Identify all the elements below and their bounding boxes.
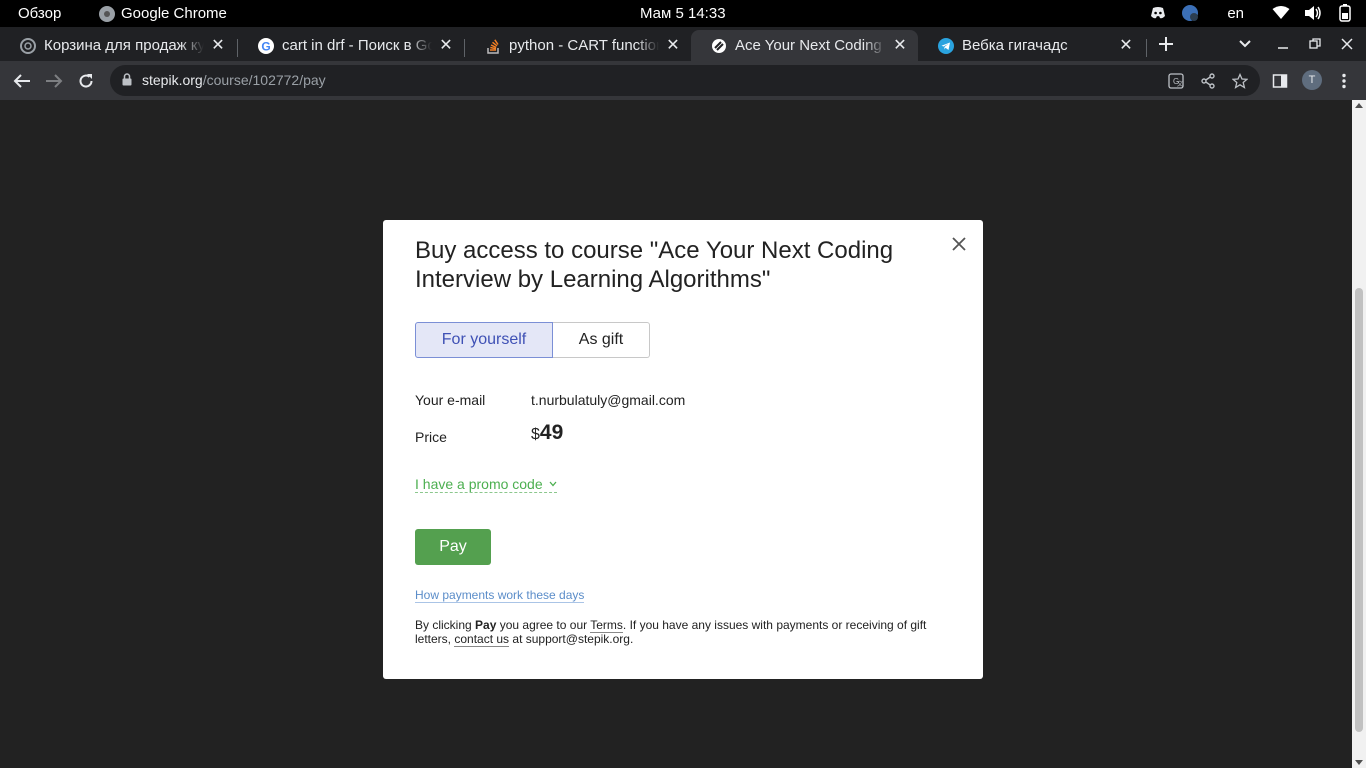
email-label: Your e-mail xyxy=(415,392,486,408)
price-amount: 49 xyxy=(539,421,564,444)
lock-icon[interactable] xyxy=(122,73,132,91)
system-tray[interactable]: en xyxy=(1149,4,1354,22)
minimize-icon xyxy=(1278,47,1288,49)
app-name: Google Chrome xyxy=(121,5,227,22)
price-row: Price $49 xyxy=(415,421,563,445)
google-icon: G xyxy=(258,37,274,54)
keyboard-layout[interactable]: en xyxy=(1227,5,1244,22)
tab-title: cart in drf - Поиск в Goo xyxy=(282,37,432,54)
url-text[interactable]: stepik.org/course/102772/pay xyxy=(142,72,326,88)
side-panel-icon xyxy=(1272,74,1288,88)
minimize-button[interactable] xyxy=(1271,32,1295,56)
for-yourself-option[interactable]: For yourself xyxy=(415,322,553,358)
forward-button[interactable] xyxy=(42,69,66,93)
close-tab-icon[interactable]: ✕ xyxy=(892,37,908,54)
close-icon xyxy=(1341,38,1353,50)
chevron-down-icon xyxy=(549,481,557,487)
chevron-down-icon xyxy=(1239,40,1251,48)
close-window-button[interactable] xyxy=(1335,32,1359,56)
address-bar[interactable]: stepik.org/course/102772/pay G文 xyxy=(110,65,1260,96)
notification-badge-icon[interactable] xyxy=(1181,4,1199,22)
scrollbar-thumb[interactable] xyxy=(1355,288,1363,732)
plus-icon xyxy=(1159,37,1173,51)
wifi-icon[interactable] xyxy=(1272,4,1290,22)
app-menu[interactable]: Google Chrome xyxy=(99,5,227,22)
restore-icon xyxy=(1309,38,1321,49)
tab-chatgpt[interactable]: Корзина для продаж ку ✕ xyxy=(0,30,236,61)
terms-text-4: at support@stepik.org. xyxy=(509,632,634,646)
volume-icon[interactable] xyxy=(1304,4,1322,22)
tab-title: Корзина для продаж ку xyxy=(44,37,204,54)
share-icon[interactable] xyxy=(1199,72,1217,90)
profile-avatar[interactable]: T xyxy=(1302,70,1322,90)
recipient-toggle: For yourself As gift xyxy=(415,322,650,358)
tab-search-button[interactable] xyxy=(1233,32,1257,56)
promo-code-label: I have a promo code xyxy=(415,476,543,492)
close-tab-icon[interactable]: ✕ xyxy=(665,37,681,54)
chrome-icon xyxy=(99,5,115,22)
stepik-icon xyxy=(711,38,727,54)
telegram-icon xyxy=(938,37,954,54)
restore-button[interactable] xyxy=(1303,32,1327,56)
how-payments-link[interactable]: How payments work these days xyxy=(415,588,585,603)
tab-title: Вебка гигачадс xyxy=(962,37,1068,54)
terms-text-1: By clicking xyxy=(415,618,476,632)
clock[interactable]: Мам 5 14:33 xyxy=(640,5,726,22)
close-dialog-button[interactable] xyxy=(949,234,969,254)
tab-stackoverflow[interactable]: python - CART functiona ✕ xyxy=(465,30,691,61)
browser-toolbar: stepik.org/course/102772/pay G文 T xyxy=(0,61,1366,100)
side-panel-button[interactable] xyxy=(1268,69,1292,93)
reload-button[interactable] xyxy=(74,69,98,93)
new-tab-button[interactable] xyxy=(1154,32,1178,56)
price-value: $49 xyxy=(531,421,563,445)
url-path: /course/102772/pay xyxy=(202,72,326,88)
system-top-bar: Обзор Google Chrome Мам 5 14:33 en xyxy=(0,0,1366,27)
svg-text:G: G xyxy=(261,39,270,53)
pay-button[interactable]: Pay xyxy=(415,529,491,565)
price-currency: $ xyxy=(531,426,540,443)
terms-link[interactable]: Terms xyxy=(590,618,623,633)
email-value: t.nurbulatuly@gmail.com xyxy=(531,392,686,408)
tab-google-search[interactable]: G cart in drf - Поиск в Goo ✕ xyxy=(238,30,464,61)
terms-pay-word: Pay xyxy=(475,618,497,632)
tab-title: Ace Your Next Coding In xyxy=(735,37,886,54)
chatgpt-icon xyxy=(20,37,36,54)
close-icon xyxy=(952,237,966,251)
svg-text:文: 文 xyxy=(1177,80,1183,88)
bookmark-star-icon[interactable] xyxy=(1231,72,1249,90)
tab-stepik-active[interactable]: Ace Your Next Coding In ✕ xyxy=(691,30,918,61)
discord-icon[interactable] xyxy=(1149,4,1167,22)
back-button[interactable] xyxy=(10,69,34,93)
scroll-up-arrow-icon[interactable] xyxy=(1355,103,1363,108)
stackoverflow-icon xyxy=(485,38,501,54)
promo-code-toggle[interactable]: I have a promo code xyxy=(415,476,557,493)
email-row: Your e-mail t.nurbulatuly@gmail.com xyxy=(415,392,685,408)
price-label: Price xyxy=(415,429,447,445)
activities-button[interactable]: Обзор xyxy=(18,5,61,22)
chrome-menu-button[interactable] xyxy=(1332,69,1356,93)
close-tab-icon[interactable]: ✕ xyxy=(1118,37,1134,54)
terms-notice: By clicking Pay you agree to our Terms. … xyxy=(415,618,955,647)
reload-icon xyxy=(79,74,93,88)
kebab-menu-icon xyxy=(1342,73,1346,89)
dialog-title: Buy access to course "Ace Your Next Codi… xyxy=(415,237,894,293)
purchase-dialog: Buy access to course "Ace Your Next Codi… xyxy=(383,220,983,679)
arrow-right-icon xyxy=(46,74,63,88)
translate-icon[interactable]: G文 xyxy=(1167,72,1185,90)
contact-us-link[interactable]: contact us xyxy=(454,632,510,647)
terms-text-2: you agree to our xyxy=(496,618,591,632)
page-scrollbar[interactable] xyxy=(1352,100,1366,768)
arrow-left-icon xyxy=(13,74,30,88)
close-tab-icon[interactable]: ✕ xyxy=(210,37,226,54)
close-tab-icon[interactable]: ✕ xyxy=(438,37,454,54)
scroll-down-arrow-icon[interactable] xyxy=(1355,760,1363,765)
battery-icon[interactable] xyxy=(1336,4,1354,22)
tab-telegram[interactable]: Вебка гигачадс ✕ xyxy=(918,30,1144,61)
tab-divider xyxy=(1146,39,1147,57)
as-gift-option[interactable]: As gift xyxy=(553,322,650,358)
tab-title: python - CART functiona xyxy=(509,37,659,54)
url-host: stepik.org xyxy=(142,72,203,88)
